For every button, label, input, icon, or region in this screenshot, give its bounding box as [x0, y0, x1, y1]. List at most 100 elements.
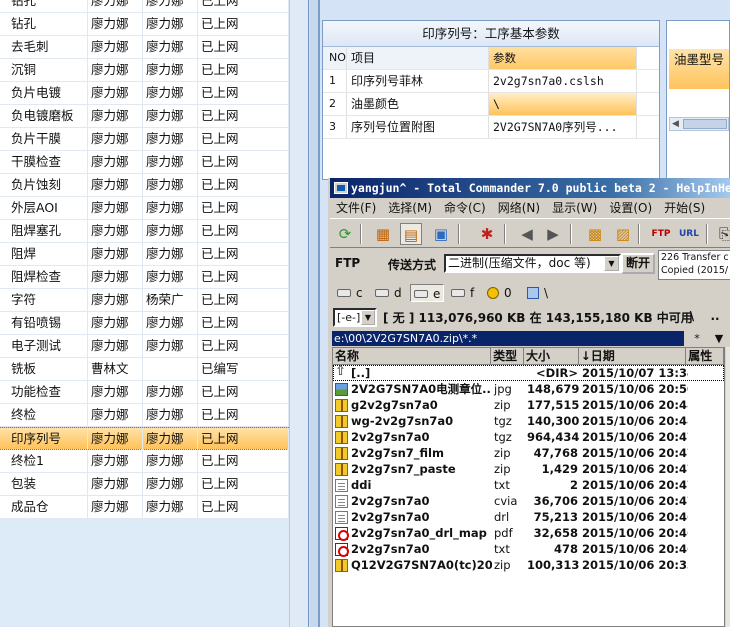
process-reviewer: 廖力娜 — [143, 36, 198, 58]
parent-dir-button[interactable]: .. — [705, 309, 725, 323]
drive-button-d[interactable]: d — [372, 284, 405, 302]
column-type[interactable]: 类型 — [491, 348, 525, 364]
process-row[interactable]: 铣板 曹林文 已编写 — [0, 358, 289, 381]
process-row[interactable]: 字符 廖力娜 杨荣广 已上网 — [0, 289, 289, 312]
scroll-thumb[interactable] — [683, 119, 727, 129]
param-row[interactable]: 1 印序列号菲林 2v2g7sn7a0.cslsh — [323, 70, 659, 93]
column-date[interactable]: ↓日期 — [579, 348, 687, 364]
copy-icon[interactable]: ⎘ — [714, 223, 730, 245]
drive-select[interactable]: [-e-] ▼ — [333, 308, 377, 327]
column-size[interactable]: 大小 — [524, 348, 579, 364]
process-reviewer — [143, 358, 198, 380]
thumbnail-view-icon[interactable]: ▣ — [430, 223, 452, 245]
file-row[interactable]: [..] <DIR> 2015/10/07 13:34---- — [333, 365, 724, 381]
menu-net[interactable]: 网络(N) — [492, 201, 546, 215]
scroll-left-icon[interactable]: ◀ — [672, 119, 679, 129]
menu-file[interactable]: 文件(F) — [330, 201, 382, 215]
file-row[interactable]: 2V2G7SN7A0电测章位... jpg 148,679 2015/10/06 20… — [333, 381, 724, 397]
process-row[interactable]: 阻焊 廖力娜 廖力娜 已上网 — [0, 243, 289, 266]
brief-view-icon[interactable]: ▦ — [372, 223, 394, 245]
menu-configuration[interactable]: 设置(O) — [603, 201, 658, 215]
process-grid: 钻孔 廖力娜 廖力娜 已上网 钻孔 廖力娜 廖力娜 已上网 去毛刺 廖力娜 廖力娜 已上网 沉铜 廖力娜廖… — [0, 0, 309, 627]
refresh-icon[interactable]: ⟳ — [334, 223, 356, 245]
process-row[interactable]: 阻焊塞孔 廖力娜 廖力娜 已上网 — [0, 220, 289, 243]
process-row[interactable]: 有铅喷锡 廖力娜 廖力娜 已上网 — [0, 312, 289, 335]
file-list-scrollbar[interactable] — [726, 347, 730, 627]
process-row[interactable]: 负片蚀刻 廖力娜 廖力娜 已上网 — [0, 174, 289, 197]
process-row[interactable]: 钻孔 廖力娜 廖力娜 已上网 — [0, 13, 289, 36]
chevron-down-icon[interactable]: ▼ — [604, 256, 619, 271]
process-row[interactable]: 电子测试 廖力娜 廖力娜 已上网 — [0, 335, 289, 358]
file-row[interactable]: 2v2g7sn7_paste zip 1,429 2015/10/06 20:47-a… — [333, 461, 724, 477]
process-row[interactable]: 阻焊检查 廖力娜 廖力娜 已上网 — [0, 266, 289, 289]
file-row[interactable]: 2v2g7sn7a0 tgz 964,4342015/10/06 20:47-a-- — [333, 429, 724, 445]
drive-button-f[interactable]: f — [448, 284, 477, 302]
file-row[interactable]: Q12V2G7SN7A0(tc)20... zip 100,313 2015/10/0… — [333, 557, 724, 573]
process-row[interactable]: 负片电镀 廖力娜 廖力娜 已上网 — [0, 82, 289, 105]
drive-button-tree[interactable]: \ — [524, 284, 551, 302]
file-row[interactable]: 2v2g7sn7a0_drl_map pdf 32,658 2015/10/06 20… — [333, 525, 724, 541]
process-row[interactable]: 包装 廖力娜 廖力娜 已上网 — [0, 473, 289, 496]
file-row[interactable]: 2v2g7sn7a0 drl 75,213 2015/10/06 20:46-a-- — [333, 509, 724, 525]
current-path[interactable]: e:\00\2V2G7SN7A0.zip\*.* — [332, 331, 684, 346]
chevron-down-icon[interactable]: ▼ — [361, 310, 375, 325]
file-row[interactable]: ddi txt 2 2015/10/06 20:47-a-- — [333, 477, 724, 493]
process-row[interactable]: 终检1 廖力娜 廖力娜 已上网 — [0, 450, 289, 473]
hotlist-button[interactable]: ▼ — [710, 331, 728, 346]
process-row[interactable]: 功能检查 廖力娜 廖力娜 已上网 — [0, 381, 289, 404]
transfer-mode-select[interactable]: 二进制(压缩文件，doc 等) ▼ — [444, 254, 621, 273]
param-value[interactable]: 2V2G7SN7A0序列号... — [489, 116, 637, 138]
process-status: 已上网 — [198, 450, 289, 472]
process-author: 廖力娜 — [88, 13, 143, 35]
param-value[interactable]: 2v2g7sn7a0.cslsh — [489, 70, 637, 92]
file-row[interactable]: wg-2v2g7sn7a0 tgz 140,3002015/10/06 20:48-… — [333, 413, 724, 429]
parent-folder-icon — [335, 365, 348, 380]
drive-button-e[interactable]: e — [410, 284, 445, 302]
menu-commands[interactable]: 命令(C) — [438, 201, 492, 215]
column-name[interactable]: 名称 — [333, 348, 492, 364]
drive-label: d — [394, 286, 402, 300]
ftp-log[interactable]: 226 Transfer c Copied (2015/ — [658, 250, 730, 280]
file-row[interactable]: 2v2g7sn7a0 cvia 36,706 2015/10/06 20:47-a-- — [333, 493, 724, 509]
disconnect-button[interactable]: 断开 — [621, 253, 655, 274]
unpack-icon[interactable]: ▨ — [612, 223, 634, 245]
pack-icon[interactable]: ▩ — [584, 223, 606, 245]
file-row[interactable]: 2v2g7sn7_film zip 47,768 2015/10/06 20:47-a… — [333, 445, 724, 461]
forward-icon[interactable]: ▶ — [542, 223, 564, 245]
ink-panel-hscrollbar[interactable]: ◀ — [669, 117, 729, 131]
ftp-connect-icon[interactable]: FTP — [650, 223, 672, 245]
file-row[interactable]: 2v2g7sn7a0 txt 478 2015/10/06 20:46-a-- — [333, 541, 724, 557]
process-row[interactable]: 终检 廖力娜 廖力娜 已上网 — [0, 404, 289, 427]
file-size: 177,515 — [527, 398, 580, 412]
back-icon[interactable]: ◀ — [516, 223, 538, 245]
menu-select[interactable]: 选择(M) — [382, 201, 438, 215]
file-date: 2015/10/06 20:46-a-- — [582, 526, 688, 540]
file-row[interactable]: g2v2g7sn7a0 zip 177,5152015/10/06 20:48-a-… — [333, 397, 724, 413]
menu-start[interactable]: 开始(S) — [658, 201, 711, 215]
process-row[interactable]: 成品仓 廖力娜 廖力娜 已上网 — [0, 496, 289, 519]
url-icon[interactable]: URL — [678, 223, 700, 245]
param-value[interactable]: \ — [489, 93, 637, 115]
process-row[interactable]: 负电镀磨板 廖力娜 廖力娜 已上网 — [0, 105, 289, 128]
param-row[interactable]: 3 序列号位置附图 2V2G7SN7A0序列号... — [323, 116, 659, 139]
column-attributes[interactable]: 属性 — [686, 348, 724, 364]
process-row[interactable]: 去毛刺 廖力娜 廖力娜 已上网 — [0, 36, 289, 59]
drive-button-network[interactable]: 0 — [484, 284, 515, 302]
invert-selection-icon[interactable]: ✱ — [476, 223, 498, 245]
drive-button-c[interactable]: c — [334, 284, 366, 302]
process-grid-scrollbar[interactable] — [289, 0, 308, 627]
process-row[interactable]: 外层AOI 廖力娜 廖力娜 已上网 — [0, 197, 289, 220]
detail-view-icon[interactable]: ▤ — [400, 223, 422, 245]
process-row[interactable]: 干膜检查 廖力娜 廖力娜 已上网 — [0, 151, 289, 174]
param-item: 序列号位置附图 — [347, 116, 489, 138]
root-dir-button[interactable]: \ — [682, 309, 702, 323]
menu-show[interactable]: 显示(W) — [546, 201, 603, 215]
process-row[interactable]: 负片干膜 廖力娜 廖力娜 已上网 — [0, 128, 289, 151]
process-row[interactable]: 印序列号 廖力娜 廖力娜 已上网 — [0, 427, 289, 450]
splitter[interactable] — [310, 0, 318, 627]
history-button[interactable]: * — [688, 331, 706, 346]
process-row[interactable]: 沉铜 廖力娜 廖力娜 已上网 — [0, 59, 289, 82]
param-row[interactable]: 2 油墨颜色 \ — [323, 93, 659, 116]
process-row[interactable]: 钻孔 廖力娜 廖力娜 已上网 — [0, 0, 289, 13]
tc-titlebar[interactable]: yangjun^ - Total Commander 7.0 public be… — [330, 178, 730, 198]
